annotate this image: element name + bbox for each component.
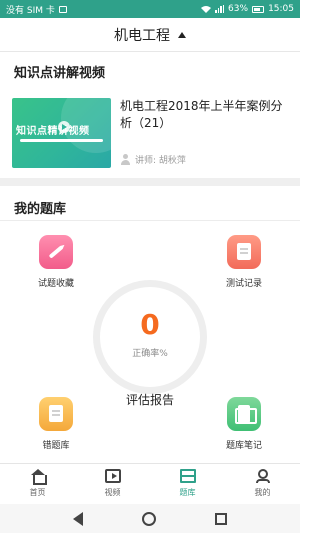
image-notification-icon (58, 5, 67, 13)
notebook-icon (227, 397, 261, 431)
pencil-icon (39, 235, 73, 269)
recent-apps-icon[interactable] (214, 512, 227, 525)
nav-home[interactable]: 首页 (0, 464, 75, 504)
header-divider (0, 220, 300, 221)
question-bank-section-title: 我的题库 (14, 202, 67, 217)
tile-test-records[interactable]: 测试记录 (209, 235, 279, 289)
wifi-icon (201, 5, 212, 13)
bottom-nav: 首页 视频 题库 我的 (0, 463, 300, 504)
user-icon (120, 154, 131, 165)
page-title: 机电工程 (114, 27, 170, 44)
caret-up-icon (178, 31, 186, 38)
record-icon (227, 235, 261, 269)
video-thumbnail[interactable]: 知识点精讲视频 (12, 98, 111, 168)
tile-label: 错题库 (42, 441, 70, 451)
nav-video[interactable]: 视频 (75, 464, 150, 504)
clock: 15:05 (268, 4, 294, 14)
document-icon (39, 397, 73, 431)
home-icon (30, 469, 47, 485)
status-bar: 没有 SIM 卡 63% 15:05 (0, 0, 300, 18)
nav-label: 题库 (179, 488, 196, 497)
battery-percent: 63% (228, 4, 249, 14)
video-icon (104, 469, 121, 483)
lecturer-row: 讲师: 胡秋萍 (120, 153, 186, 166)
videos-section-title: 知识点讲解视频 (14, 66, 106, 81)
signal-icon (215, 5, 225, 13)
nav-label: 我的 (254, 488, 271, 497)
section-divider (0, 178, 300, 186)
subject-selector[interactable]: 机电工程 (0, 18, 300, 52)
tile-label: 试题收藏 (37, 279, 74, 289)
video-title: 机电工程2018年上半年案例分析（21） (120, 99, 283, 130)
carrier-text: 没有 SIM 卡 (6, 5, 55, 16)
profile-icon (255, 469, 271, 483)
nav-label: 视频 (104, 488, 121, 497)
thumbnail-underline (20, 139, 103, 142)
nav-label: 首页 (29, 488, 46, 497)
tile-label: 测试记录 (225, 279, 262, 289)
thumbnail-caption: 知识点精讲视频 (16, 126, 90, 137)
back-icon[interactable] (73, 511, 84, 526)
tile-wrong-questions[interactable]: 错题库 (21, 397, 91, 451)
play-icon (58, 121, 70, 133)
question-bank-icon (179, 469, 196, 483)
nav-profile[interactable]: 我的 (225, 464, 300, 504)
battery-icon (252, 5, 265, 13)
accuracy-value: 0 (140, 308, 160, 341)
lecturer-name: 讲师: 胡秋萍 (135, 156, 186, 166)
video-card[interactable]: 知识点精讲视频 机电工程2018年上半年案例分析（21） 讲师: 胡秋萍 (12, 98, 288, 168)
tile-favorites[interactable]: 试题收藏 (21, 235, 91, 289)
tile-notes[interactable]: 题库笔记 (209, 397, 279, 451)
nav-question-bank[interactable]: 题库 (150, 464, 225, 504)
home-button-icon[interactable] (141, 511, 156, 526)
tile-label: 题库笔记 (225, 441, 262, 451)
accuracy-label: 正确率% (132, 349, 168, 359)
system-nav-bar (0, 504, 300, 533)
